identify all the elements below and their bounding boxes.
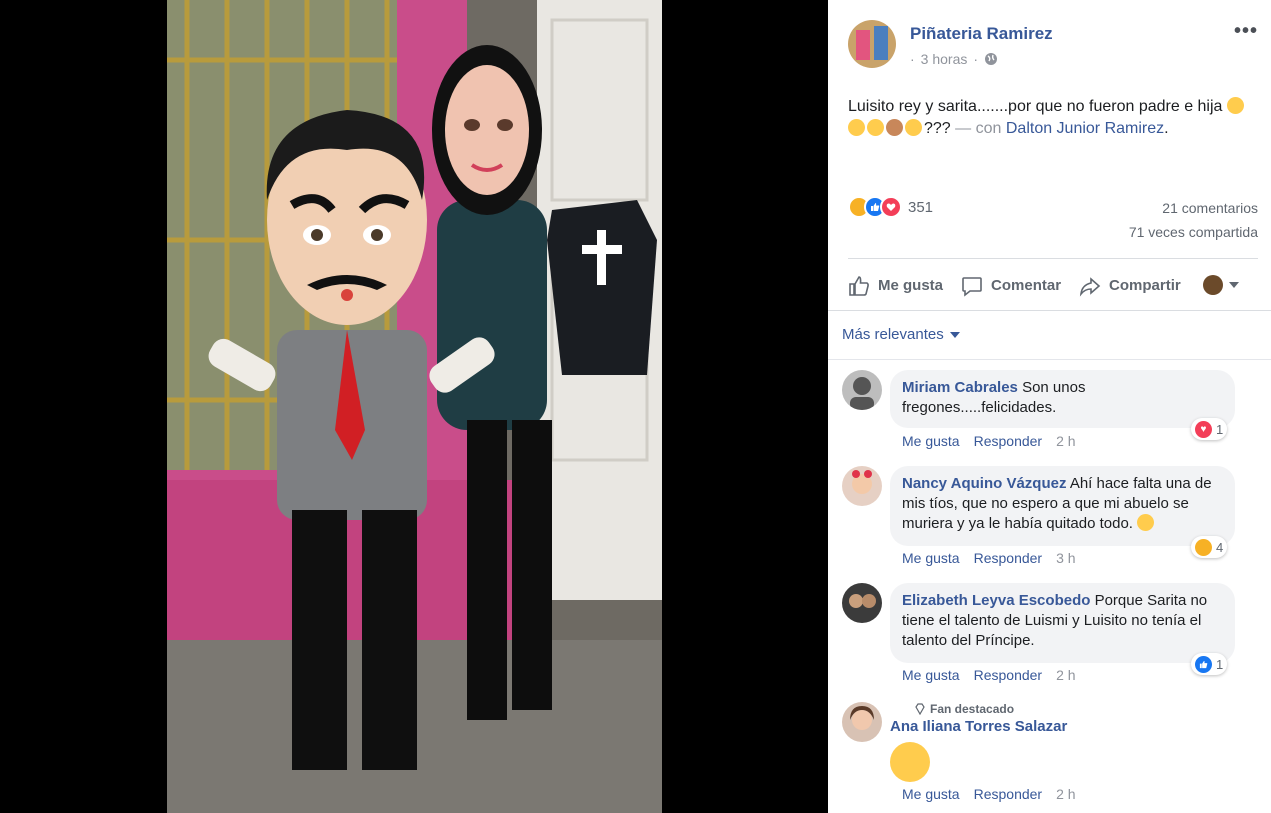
post-side-panel: Piñateria Ramirez · 3 horas · ••• Luisit… [828,0,1271,813]
reactions-summary[interactable]: 351 [848,196,933,218]
confused-emoji-icon [848,119,865,136]
meta-separator: · [910,51,915,67]
comment-sort-dropdown[interactable]: Más relevantes [842,326,960,343]
comment-reply-link[interactable]: Responder [974,550,1043,566]
comment-actions: Me gusta Responder 2 h [902,433,1076,449]
unamused-emoji-icon [1226,97,1244,114]
post-text-period: . [1164,120,1169,137]
section-divider [828,310,1271,311]
comment-time[interactable]: 2 h [1056,667,1075,683]
post-meta: · 3 horas · [910,51,998,67]
comment-button[interactable]: Comentar [961,275,1061,297]
comment-like-link[interactable]: Me gusta [902,786,960,802]
commenter-name[interactable]: Miriam Cabrales [902,379,1018,396]
page-name[interactable]: Piñateria Ramirez [910,24,1053,44]
commenter-name[interactable]: Elizabeth Leyva Escobedo [902,592,1090,609]
section-divider [828,359,1271,360]
share-arrow-icon [1079,276,1101,297]
comment-actions: Me gusta Responder 2 h [902,667,1076,683]
more-options-button[interactable]: ••• [1234,20,1258,43]
smiling-hearts-emoji-icon [890,742,930,782]
like-label: Me gusta [878,277,944,294]
comment-item: Elizabeth Leyva Escobedo Porque Sarita n… [842,583,1262,693]
comment-label: Comentar [991,277,1062,294]
love-reaction-icon: ♥ [1195,420,1212,438]
globe-icon [985,53,998,65]
share-label: Compartir [1109,277,1181,294]
comment-reply-link[interactable]: Responder [974,786,1043,802]
post-text: Luisito rey y sarita.......por que no fu… [848,96,1263,140]
comment-item: Fan destacado Ana Iliana Torres Salazar … [842,702,1262,808]
meta-separator: · [973,51,979,67]
fan-badge-label: Fan destacado [930,702,1015,716]
commenter-avatar[interactable] [842,702,882,742]
commenter-avatar[interactable] [842,466,882,506]
comment-like-link[interactable]: Me gusta [902,667,960,683]
pinata-photo-illustration [167,0,662,813]
like-reaction-icon [1195,655,1212,673]
comment-reaction-count: 4 [1216,539,1224,555]
comments-count[interactable]: 21 comentarios [1162,200,1258,216]
page-avatar[interactable] [848,20,896,68]
commenter-name[interactable]: Ana Iliana Torres Salazar [890,718,1067,735]
commenter-avatar[interactable] [842,370,882,410]
wow-reaction-icon [1195,538,1212,556]
sleepy-emoji-icon [905,119,922,136]
thumbs-up-icon [849,275,869,296]
reactions-count[interactable]: 351 [908,199,933,216]
fan-badge: Fan destacado [914,702,1014,716]
post-header: Piñateria Ramirez · 3 horas · ••• [848,20,1258,72]
comment-time[interactable]: 2 h [1056,786,1075,802]
react-as-selector[interactable] [1202,274,1239,295]
commenter-avatar[interactable] [842,583,882,623]
comment-bubble: Miriam Cabrales Son unos fregones.....fe… [890,370,1235,428]
rofl-emoji-icon [1137,514,1155,531]
comment-bubble: Elizabeth Leyva Escobedo Porque Sarita n… [890,583,1235,663]
post-stats: 351 21 comentarios 71 veces compartida [848,196,1258,246]
hushed-emoji-icon [867,119,884,136]
user-avatar [1202,274,1223,295]
comment-actions: Me gusta Responder 2 h [902,786,1076,802]
post-text-main: Luisito rey y sarita.......por que no fu… [848,98,1223,115]
comment-time[interactable]: 3 h [1056,550,1075,566]
comment-reply-link[interactable]: Responder [974,433,1043,449]
share-button[interactable]: Compartir [1079,275,1181,297]
comment-actions: Me gusta Responder 3 h [902,550,1076,566]
post-text-tail: ??? [924,120,951,137]
comment-like-link[interactable]: Me gusta [902,550,960,566]
comment-reactions[interactable]: ♥ 1 [1191,418,1228,440]
with-label: — con [955,120,1002,137]
sort-label: Más relevantes [842,326,944,343]
comment-bubble-icon [962,276,982,297]
post-time[interactable]: 3 horas [921,51,968,67]
caret-down-icon [1228,281,1239,288]
comment-reply-link[interactable]: Responder [974,667,1043,683]
comment-reactions[interactable]: 4 [1191,536,1228,558]
comment-item: Miriam Cabrales Son unos fregones.....fe… [842,370,1262,456]
like-button[interactable]: Me gusta [848,275,943,297]
caret-down-icon [949,331,960,338]
tagged-user-link[interactable]: Dalton Junior Ramirez [1006,120,1164,137]
shares-count[interactable]: 71 veces compartida [1129,224,1258,240]
comment-reaction-count: 1 [1216,656,1224,672]
commenter-name[interactable]: Nancy Aquino Vázquez [902,475,1066,492]
comment-time[interactable]: 2 h [1056,433,1075,449]
comment-reactions[interactable]: 1 [1191,653,1228,675]
comment-reaction-count: 1 [1216,421,1224,437]
post-actions: Me gusta Comentar Compartir [848,258,1258,310]
post-photo[interactable] [167,0,662,813]
comment-like-link[interactable]: Me gusta [902,433,960,449]
diamond-icon [915,703,925,715]
photo-viewer [0,0,828,813]
see-no-evil-monkey-icon [886,119,903,136]
comment-bubble: Nancy Aquino Vázquez Ahí hace falta una … [890,466,1235,546]
comment-item: Nancy Aquino Vázquez Ahí hace falta una … [842,466,1262,576]
love-reaction-icon [880,196,902,218]
